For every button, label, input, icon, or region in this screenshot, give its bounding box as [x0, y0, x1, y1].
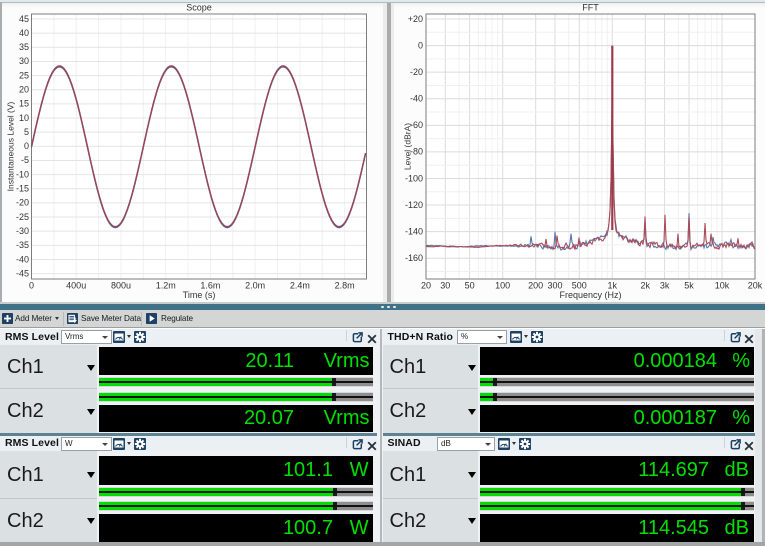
svg-text:-5: -5 [21, 155, 29, 165]
svg-text:0: 0 [418, 40, 423, 50]
svg-text:1.2m: 1.2m [156, 281, 176, 291]
svg-text:400u: 400u [66, 281, 86, 291]
svg-text:-140: -140 [405, 226, 423, 236]
svg-text:-20: -20 [16, 198, 29, 208]
svg-text:200: 200 [528, 281, 543, 291]
svg-text:800u: 800u [111, 281, 131, 291]
svg-text:20: 20 [421, 281, 431, 291]
svg-text:Level (dBrA): Level (dBrA) [403, 123, 413, 170]
svg-text:-45: -45 [16, 268, 29, 278]
svg-text:500: 500 [572, 281, 587, 291]
svg-text:2.4m: 2.4m [290, 281, 310, 291]
svg-text:-15: -15 [16, 184, 29, 194]
svg-text:300: 300 [547, 281, 562, 291]
svg-text:20: 20 [19, 85, 29, 95]
svg-text:2.0m: 2.0m [245, 281, 265, 291]
svg-text:-40: -40 [16, 254, 29, 264]
svg-text:-35: -35 [16, 240, 29, 250]
svg-text:20k: 20k [748, 281, 763, 291]
svg-text:1k: 1k [608, 281, 618, 291]
svg-text:30: 30 [440, 281, 450, 291]
svg-text:Time (s): Time (s) [183, 290, 216, 300]
svg-text:10k: 10k [715, 281, 730, 291]
svg-text:-100: -100 [405, 173, 423, 183]
svg-text:-160: -160 [405, 253, 423, 263]
svg-text:-40: -40 [410, 94, 423, 104]
svg-text:40: 40 [19, 28, 29, 38]
svg-text:2.8m: 2.8m [335, 281, 355, 291]
svg-text:-25: -25 [16, 212, 29, 222]
svg-text:10: 10 [19, 113, 29, 123]
svg-text:35: 35 [19, 42, 29, 52]
svg-text:1.6m: 1.6m [200, 281, 220, 291]
svg-text:25: 25 [19, 70, 29, 80]
svg-text:Scope: Scope [186, 3, 212, 13]
svg-text:30: 30 [19, 56, 29, 66]
svg-text:-30: -30 [16, 226, 29, 236]
svg-text:-120: -120 [405, 200, 423, 210]
svg-text:Frequency (Hz): Frequency (Hz) [559, 290, 621, 300]
svg-text:Instantaneous Level (V): Instantaneous Level (V) [6, 101, 16, 191]
svg-text:0: 0 [29, 281, 34, 291]
svg-text:2k: 2k [641, 281, 651, 291]
svg-text:5: 5 [24, 127, 29, 137]
svg-text:0: 0 [24, 141, 29, 151]
svg-text:45: 45 [19, 14, 29, 24]
svg-text:100: 100 [495, 281, 510, 291]
svg-text:15: 15 [19, 99, 29, 109]
svg-text:-20: -20 [410, 67, 423, 77]
svg-text:+20: +20 [408, 14, 423, 24]
svg-text:3k: 3k [660, 281, 670, 291]
svg-text:FFT: FFT [582, 3, 599, 13]
svg-text:-10: -10 [16, 169, 29, 179]
svg-text:5k: 5k [684, 281, 694, 291]
svg-text:50: 50 [465, 281, 475, 291]
